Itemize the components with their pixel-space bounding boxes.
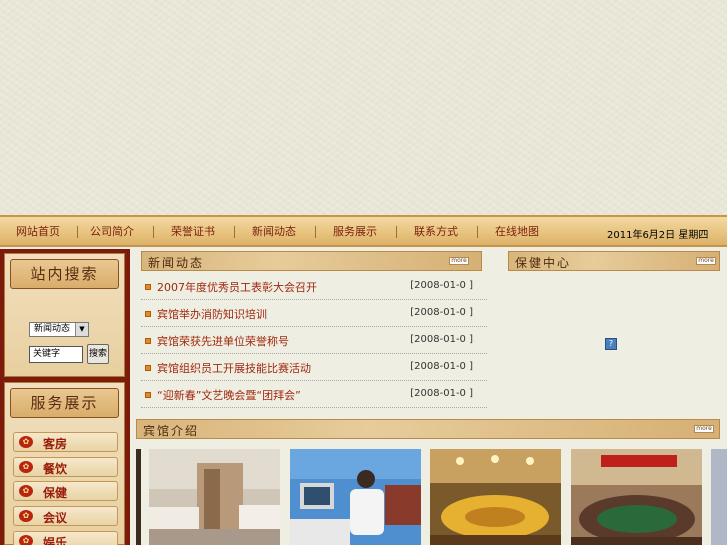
services-panel-title: 服务展示 (10, 388, 119, 418)
service-item-rooms[interactable]: ✿ 客房 (13, 432, 118, 452)
news-item-date: [2008-01-0 ] (410, 334, 473, 345)
service-item-meeting[interactable]: ✿ 会议 (13, 506, 118, 526)
main-nav: 网站首页 公司简介 荣誉证书 新闻动态 服务展示 联系方式 在线地图 2011年… (0, 215, 727, 247)
flower-icon: ✿ (19, 461, 33, 473)
nav-about[interactable]: 公司简介 (90, 224, 134, 240)
bullet-icon (145, 392, 151, 398)
news-item-date: [2008-01-0 ] (410, 361, 473, 372)
help-icon[interactable]: ? (605, 338, 617, 350)
bullet-icon (145, 311, 151, 317)
photo-edge-right (711, 449, 727, 545)
photo-edge-left (136, 449, 141, 545)
bullet-icon (145, 338, 151, 344)
search-category-select[interactable]: 新闻动态 ▼ (29, 322, 89, 337)
news-list-item: 宾馆荣获先进单位荣誉称号 [2008-01-0 ] (141, 327, 487, 354)
banquet-photo-image (430, 449, 561, 545)
news-item-title[interactable]: 2007年度优秀员工表彰大会召开 (157, 279, 317, 295)
left-sidebar: 站内搜索 新闻动态 ▼ 关键字 搜索 服务展示 ✿ 客房 ✿ 餐饮 ✿ 保健 ✿… (0, 249, 130, 545)
conference-photo-image (571, 449, 702, 545)
news-list-item: 宾馆组织员工开展技能比赛活动 [2008-01-0 ] (141, 354, 487, 381)
clinic-photo-image (290, 449, 421, 545)
news-list-item: 2007年度优秀员工表彰大会召开 [2008-01-0 ] (141, 273, 487, 300)
service-item-entertainment[interactable]: ✿ 娱乐 (13, 531, 118, 545)
nav-separator (234, 226, 235, 238)
nav-contact[interactable]: 联系方式 (414, 224, 458, 240)
services-panel: 服务展示 ✿ 客房 ✿ 餐饮 ✿ 保健 ✿ 会议 ✿ 娱乐 (4, 382, 125, 545)
health-more-link[interactable]: more (696, 257, 716, 265)
health-section-header: 保健中心 more (508, 251, 720, 271)
service-item-label: 娱乐 (43, 536, 68, 545)
search-panel-title: 站内搜索 (10, 259, 119, 289)
news-section-title: 新闻动态 (148, 256, 205, 270)
news-item-title[interactable]: 宾馆组织员工开展技能比赛活动 (157, 360, 311, 376)
nav-separator (153, 226, 154, 238)
service-item-health[interactable]: ✿ 保健 (13, 481, 118, 501)
nav-honors[interactable]: 荣誉证书 (171, 224, 215, 240)
search-panel: 站内搜索 新闻动态 ▼ 关键字 搜索 (4, 253, 125, 377)
nav-separator (477, 226, 478, 238)
search-category-value: 新闻动态 (34, 324, 71, 334)
news-item-title[interactable]: 宾馆举办消防知识培训 (157, 306, 267, 322)
hotel-more-link[interactable]: more (694, 425, 714, 433)
news-section-header: 新闻动态 more (141, 251, 482, 271)
chevron-down-icon[interactable]: ▼ (75, 323, 88, 336)
nav-separator (315, 226, 316, 238)
health-section-title: 保健中心 (515, 256, 572, 270)
service-item-label: 保健 (43, 486, 68, 500)
news-item-date: [2008-01-0 ] (410, 280, 473, 291)
flower-icon: ✿ (19, 535, 33, 545)
service-item-label: 会议 (43, 511, 68, 525)
search-input[interactable]: 关键字 (29, 346, 83, 363)
service-item-dining[interactable]: ✿ 餐饮 (13, 457, 118, 477)
nav-services[interactable]: 服务展示 (333, 224, 377, 240)
service-item-label: 餐饮 (43, 462, 68, 476)
news-item-date: [2008-01-0 ] (410, 307, 473, 318)
flower-icon: ✿ (19, 436, 33, 448)
news-more-link[interactable]: more (449, 257, 469, 265)
search-button[interactable]: 搜索 (87, 344, 109, 364)
hotel-section-title: 宾馆介绍 (143, 424, 200, 438)
banquet-photo[interactable] (430, 449, 561, 545)
clinic-photo[interactable] (290, 449, 421, 545)
nav-map[interactable]: 在线地图 (495, 224, 539, 240)
flower-icon: ✿ (19, 510, 33, 522)
news-item-title[interactable]: “迎新春”文艺晚会暨“团拜会” (157, 387, 301, 403)
news-list-item: “迎新春”文艺晚会暨“团拜会” [2008-01-0 ] (141, 381, 487, 408)
current-date: 2011年6月2日 星期四 (607, 230, 709, 241)
service-item-label: 客房 (43, 437, 68, 451)
nav-separator (77, 226, 78, 238)
news-list-item: 宾馆举办消防知识培训 [2008-01-0 ] (141, 300, 487, 327)
hotel-section-header: 宾馆介绍 more (136, 419, 720, 439)
flower-icon: ✿ (19, 485, 33, 497)
room-photo[interactable] (149, 449, 280, 545)
nav-separator (396, 226, 397, 238)
header-banner (0, 0, 727, 215)
nav-home[interactable]: 网站首页 (16, 224, 60, 240)
nav-news[interactable]: 新闻动态 (252, 224, 296, 240)
bullet-icon (145, 284, 151, 290)
bullet-icon (145, 365, 151, 371)
news-item-title[interactable]: 宾馆荣获先进单位荣誉称号 (157, 333, 289, 349)
conference-photo[interactable] (571, 449, 702, 545)
news-item-date: [2008-01-0 ] (410, 388, 473, 399)
room-photo-image (149, 449, 280, 545)
